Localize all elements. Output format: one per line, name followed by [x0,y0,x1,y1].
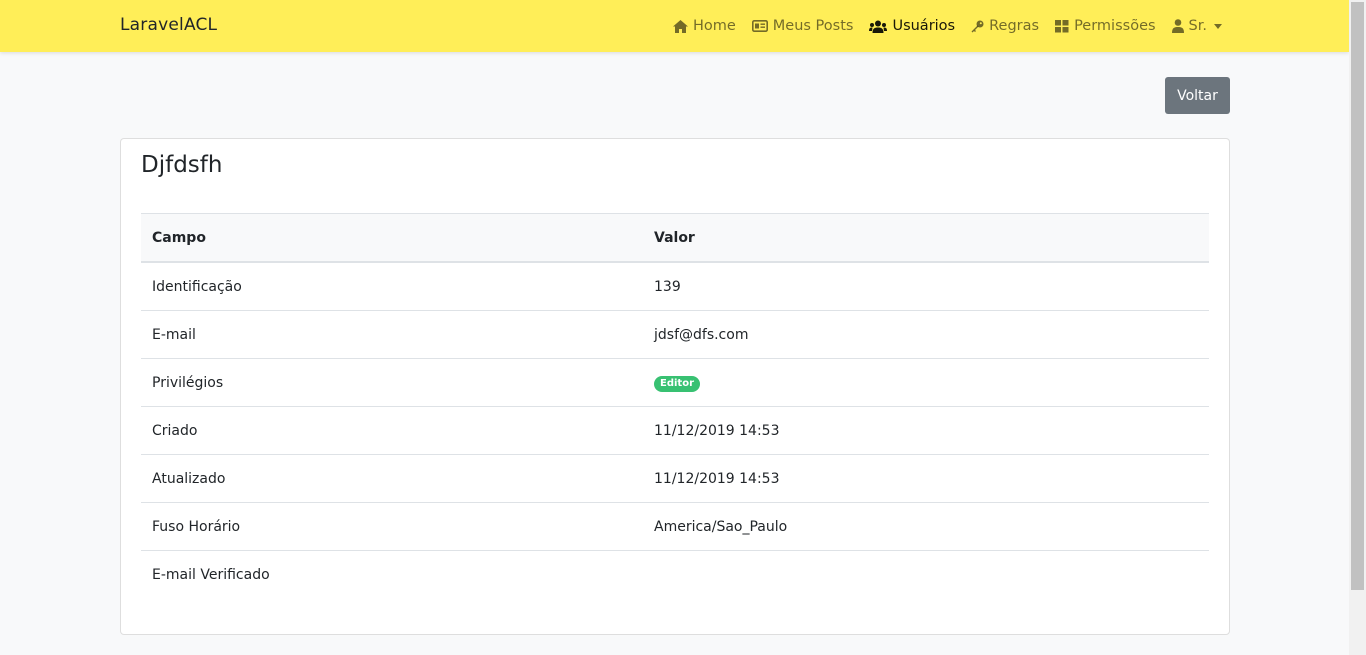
nav-item-label: Sr. [1188,18,1207,34]
field-name: E-mail [141,310,643,359]
home-icon [672,19,688,33]
chevron-down-icon [1214,23,1222,29]
field-value: jdsf@dfs.com [643,310,1209,359]
user-icon [1171,19,1184,33]
page-title: Djfdsfh [141,152,223,178]
nav-item-label: Home [692,18,736,34]
field-value [643,550,1209,598]
posts-icon [751,20,768,32]
nav-item-regras[interactable]: Regras [971,18,1039,34]
field-name: Fuso Horário [141,502,643,551]
table-row: E-mail Verificado [141,550,1209,598]
table-row: Fuso Horário America/Sao_Paulo [141,502,1209,551]
field-name: Privilégios [141,358,643,407]
field-value: Editor [643,358,1209,407]
users-icon [869,20,888,33]
field-name: Criado [141,406,643,455]
key-icon [971,20,984,32]
field-value: 139 [654,278,681,295]
brand-logo[interactable]: LaravelACL [120,15,217,35]
nav-item-label: Usuários [892,18,956,34]
field-value: America/Sao_Paulo [643,502,1209,551]
field-name: Identificação [152,278,242,295]
vertical-scrollbar[interactable] [1349,0,1366,655]
column-header-valor: Valor [643,213,1209,263]
user-dropdown[interactable]: Sr. [1171,18,1222,34]
table-row: E-mail jdsf@dfs.com [141,310,1209,359]
nav-item-permissoes[interactable]: Permissões [1055,18,1156,34]
table-row: Identificação 139 [141,262,1209,311]
field-name: Atualizado [141,454,643,503]
navbar: LaravelACL Home Meus Posts Usuários Regr… [0,0,1349,52]
nav-item-home[interactable]: Home [672,18,736,34]
field-name: E-mail Verificado [141,550,643,598]
back-button[interactable]: Voltar [1165,77,1230,114]
table-row: Privilégios Editor [141,358,1209,407]
grid-icon [1055,19,1069,32]
details-table: Campo Valor Identificação 139 E-mail jds… [141,213,1209,598]
user-details-card: Djfdsfh Campo Valor Identificação 139 E-… [120,138,1230,635]
field-value: 11/12/2019 14:53 [643,406,1209,455]
nav-item-usuarios[interactable]: Usuários [869,18,955,34]
role-badge: Editor [654,375,700,392]
nav-item-label: Regras [989,18,1040,34]
nav-item-meus-posts[interactable]: Meus Posts [751,18,854,34]
scrollbar-thumb[interactable] [1351,2,1364,590]
nav-item-label: Meus Posts [772,18,854,34]
nav-item-label: Permissões [1074,18,1156,34]
table-row: Atualizado 11/12/2019 14:53 [141,454,1209,503]
column-header-campo: Campo [141,213,643,263]
nav-menu: Home Meus Posts Usuários Regras Permissõ… [657,0,1222,52]
field-value: 11/12/2019 14:53 [643,454,1209,503]
table-header-row: Campo Valor [141,213,1209,263]
table-row: Criado 11/12/2019 14:53 [141,406,1209,455]
